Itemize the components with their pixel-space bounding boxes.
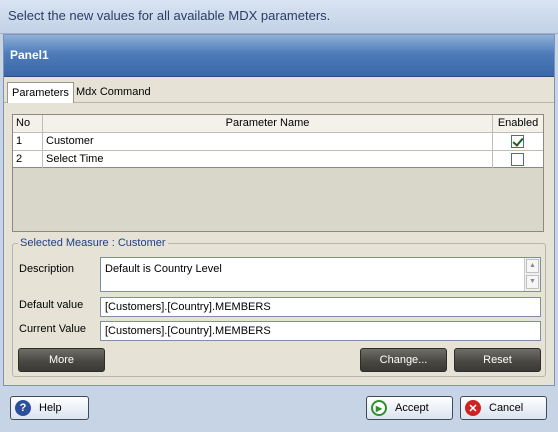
column-header-parameter-name[interactable]: Parameter Name	[43, 115, 493, 133]
instruction-banner: Select the new values for all available …	[0, 0, 558, 34]
accept-button-label: Accept	[395, 402, 429, 414]
selected-measure-title: Selected Measure : Customer	[18, 237, 168, 249]
column-header-enabled[interactable]: Enabled	[493, 115, 543, 133]
help-button-label: Help	[39, 402, 62, 414]
description-scrollbar[interactable]: ▲ ▼	[524, 258, 540, 291]
panel-title: Panel1	[4, 35, 554, 77]
tab-parameters[interactable]: Parameters	[7, 82, 74, 103]
change-button[interactable]: Change...	[360, 348, 447, 372]
row-1-name[interactable]: Customer	[43, 133, 493, 151]
row-1-no: 1	[13, 133, 43, 151]
row-2-enabled-checkbox[interactable]	[511, 153, 524, 166]
row-2-name[interactable]: Select Time	[43, 151, 493, 169]
default-value-field[interactable]: [Customers].[Country].MEMBERS	[100, 297, 541, 317]
row-2-no: 2	[13, 151, 43, 169]
accept-icon: ▶	[371, 400, 387, 416]
help-button[interactable]: ? Help	[10, 396, 89, 420]
row-1-enabled-cell	[493, 133, 543, 151]
scroll-up-icon[interactable]: ▲	[526, 259, 539, 273]
scroll-down-icon[interactable]: ▼	[526, 275, 539, 289]
parameters-grid: No Parameter Name Enabled 1 Customer 2 S…	[12, 114, 544, 169]
description-field[interactable]: Default is Country Level ▲ ▼	[100, 257, 541, 292]
reset-button[interactable]: Reset	[454, 348, 541, 372]
cancel-icon: ✕	[465, 400, 481, 416]
cancel-button-label: Cancel	[489, 402, 524, 414]
description-label: Description	[19, 263, 75, 275]
column-header-no[interactable]: No	[13, 115, 43, 133]
more-button[interactable]: More	[18, 348, 105, 372]
current-value-label: Current Value	[19, 323, 87, 335]
current-value-field[interactable]: [Customers].[Country].MEMBERS	[100, 321, 541, 341]
tab-mdx-command[interactable]: Mdx Command	[72, 82, 155, 103]
help-icon: ?	[15, 400, 31, 416]
cancel-button[interactable]: ✕ Cancel	[460, 396, 547, 420]
row-2-enabled-cell	[493, 151, 543, 169]
accept-button[interactable]: ▶ Accept	[366, 396, 453, 420]
row-1-enabled-checkbox[interactable]	[511, 135, 524, 148]
grid-empty-area	[12, 168, 544, 232]
description-value: Default is Country Level	[105, 263, 222, 275]
default-value-label: Default value	[19, 299, 84, 311]
